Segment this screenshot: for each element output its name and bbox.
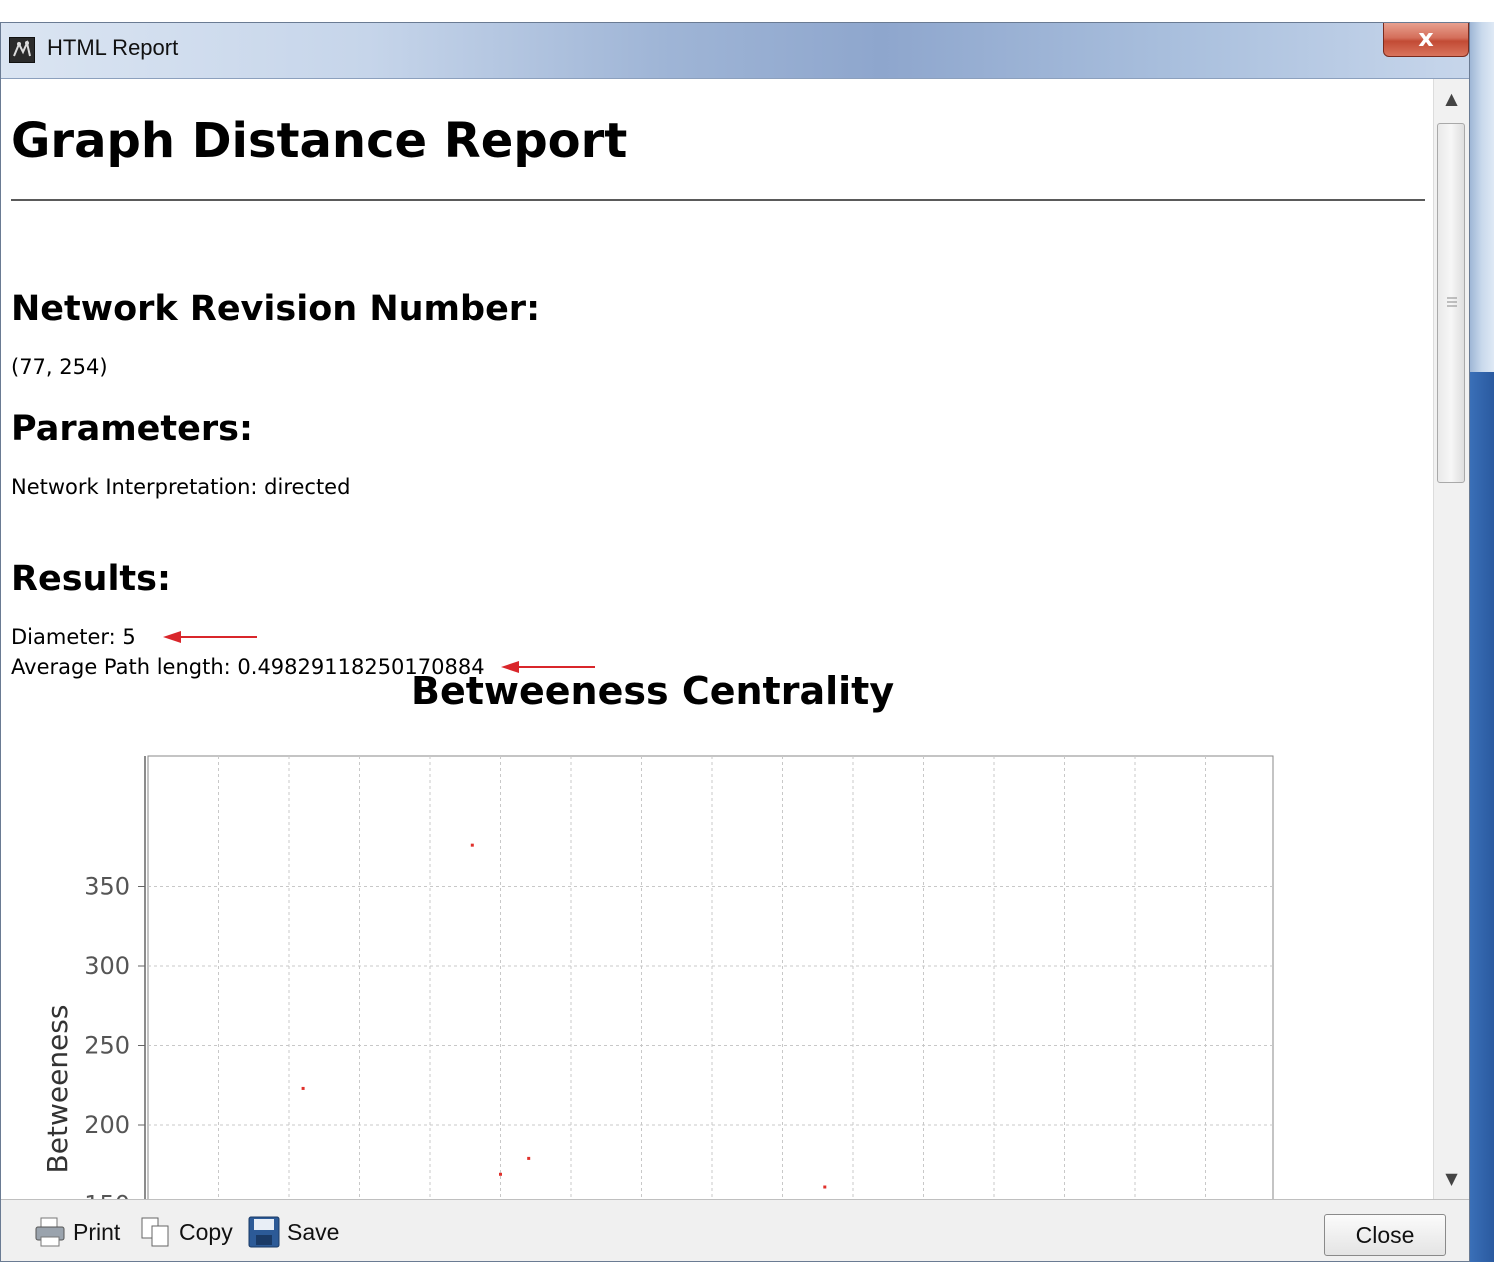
diameter-arrow-icon — [163, 631, 257, 643]
revision-heading: Network Revision Number: — [11, 289, 541, 329]
vertical-scrollbar[interactable]: ▲ ▼ — [1433, 79, 1469, 1199]
scroll-up-arrow-icon[interactable]: ▲ — [1434, 79, 1469, 119]
close-button[interactable]: Close — [1324, 1214, 1446, 1256]
save-label: Save — [287, 1218, 340, 1245]
print-label: Print — [73, 1218, 121, 1245]
print-button[interactable]: Print — [33, 1214, 120, 1250]
data-point — [470, 843, 474, 847]
chart-title: Betweeness Centrality — [411, 669, 895, 713]
printer-icon — [35, 1217, 65, 1247]
data-point — [499, 1172, 502, 1176]
data-point — [527, 1156, 531, 1160]
data-point — [823, 1185, 827, 1189]
parameters-heading: Parameters: — [11, 409, 253, 449]
betweenness-scatter-chart: Betweeness 350 300 250 200 150 — [41, 755, 1274, 1200]
y-axis-label: Betweeness — [41, 1005, 74, 1174]
window-title: HTML Report — [47, 35, 179, 60]
window-close-button[interactable]: x — [1383, 23, 1469, 57]
copy-button[interactable]: Copy — [139, 1214, 233, 1250]
parameters-value: Network Interpretation: directed — [11, 475, 351, 499]
y-tick-label: 250 — [84, 1032, 130, 1060]
title-bar[interactable]: HTML Report x — [1, 23, 1469, 79]
revision-value: (77, 254) — [11, 355, 108, 379]
report-content[interactable]: Graph Distance Report Network Revision N… — [1, 79, 1431, 1199]
background-window-edge — [1470, 22, 1494, 1262]
grip-icon — [1447, 297, 1457, 307]
save-button[interactable]: Save — [247, 1214, 339, 1250]
y-tick-label: 150 — [84, 1191, 130, 1200]
y-tick-label: 350 — [84, 873, 130, 901]
copy-label: Copy — [179, 1218, 233, 1245]
copy-icon — [141, 1217, 169, 1247]
y-tick-label: 200 — [84, 1111, 130, 1139]
report-window: HTML Report x Graph Distance Report Netw… — [0, 22, 1470, 1262]
plot-border — [147, 755, 1274, 1199]
scroll-down-arrow-icon[interactable]: ▼ — [1434, 1159, 1469, 1199]
diameter-value: Diameter: 5 — [11, 625, 136, 649]
y-axis-label-group: Betweeness — [41, 1005, 74, 1174]
data-point — [301, 1086, 305, 1090]
y-axis-ticks: 350 300 250 200 150 — [84, 873, 145, 1200]
title-divider — [11, 199, 1425, 201]
results-heading: Results: — [11, 559, 171, 599]
report-title: Graph Distance Report — [11, 113, 628, 169]
chart-grid — [144, 755, 1274, 1199]
scrollbar-thumb[interactable] — [1437, 123, 1465, 483]
app-icon — [9, 37, 35, 63]
floppy-disk-icon — [248, 1216, 280, 1248]
y-tick-label: 300 — [84, 952, 130, 980]
footer-toolbar: Print Copy Save Close — [1, 1199, 1469, 1261]
